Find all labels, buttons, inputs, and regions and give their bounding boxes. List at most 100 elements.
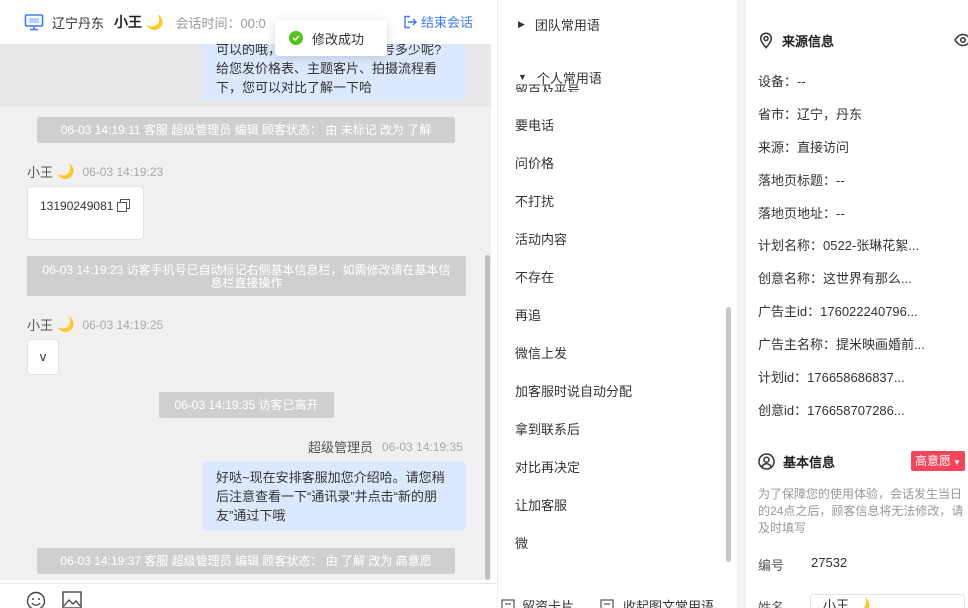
- end-session-button[interactable]: 结束会话: [403, 12, 473, 31]
- phone-number[interactable]: 13190249081: [40, 199, 113, 213]
- copy-icon[interactable]: [117, 199, 131, 212]
- phrases-panel: ▶ 团队常用语 ▼ 个人常用语 留百及平号 要电话 问价格 不打扰 活动内容 不…: [497, 0, 737, 608]
- field-value: 直接访问: [797, 140, 850, 155]
- group-label: 团队常用语: [534, 17, 600, 33]
- field-label: 创意id：: [758, 403, 808, 418]
- phrases-footer: 留资卡片 收起图文常用语: [498, 592, 738, 608]
- field-label: 广告主名称：: [758, 337, 837, 352]
- field-label: 来源：: [758, 140, 798, 155]
- intent-status-dropdown[interactable]: 高意愿 ▼: [911, 451, 965, 471]
- field-label: 创意名称：: [758, 271, 824, 286]
- system-message: 06-03 14:19:23 访客手机号已自动标记右侧基本信息栏，如需修改请在基…: [27, 256, 466, 296]
- list-icon: [600, 598, 614, 608]
- field-label: 广告主id：: [758, 304, 821, 319]
- field-value: 176658686837...: [807, 370, 905, 385]
- collapse-phrases-label: 收起图文常用语: [623, 599, 715, 608]
- info-field-landing-url: 落地页地址：--: [758, 203, 845, 222]
- phrase-item[interactable]: 要电话: [515, 115, 554, 134]
- phrase-item[interactable]: 微: [515, 533, 528, 552]
- message-line: 好哒~现在安排客服加您介绍哈。请您稍: [216, 470, 445, 485]
- exit-icon: [404, 15, 417, 28]
- field-value: --: [836, 206, 845, 221]
- message-line: 友”通过下哦: [216, 508, 286, 523]
- message-line: 给您发价格表、主题客片、拍摄流程看: [216, 61, 438, 76]
- field-label: 姓名: [758, 600, 785, 608]
- phrase-item[interactable]: 让加客服: [515, 495, 567, 514]
- visitor-message-bubble: v: [27, 339, 59, 375]
- visitor-message-bubble: 13190249081: [27, 186, 144, 240]
- name-input-value: 小王: [823, 598, 850, 608]
- phrase-item[interactable]: 活动内容: [515, 229, 567, 248]
- visitor-name: 小王 🌙: [114, 12, 163, 32]
- info-field-plan-name: 计划名称：0522-张琳花絮...: [758, 235, 919, 254]
- phrase-item[interactable]: 再追: [515, 305, 541, 324]
- caret-right-icon: ▶: [518, 18, 525, 29]
- visitor-sender: 小王 🌙 06-03 14:19:23: [27, 162, 163, 181]
- lead-card-button[interactable]: 留资卡片: [501, 596, 574, 608]
- phrase-item[interactable]: 不打扰: [515, 191, 554, 210]
- field-label: 落地页地址：: [758, 206, 837, 221]
- eye-icon[interactable]: [954, 33, 968, 47]
- field-label: 落地页标题：: [758, 173, 837, 188]
- message-line: 后注意查看一下“通讯录”并点击“新的朋: [216, 489, 437, 504]
- collapse-phrases-button[interactable]: 收起图文常用语: [600, 596, 714, 608]
- visitor-sender: 小王 🌙 06-03 14:19:25: [27, 315, 163, 334]
- phrase-item[interactable]: 加客服时说自动分配: [515, 381, 632, 400]
- info-field-region: 省市：辽宁，丹东: [758, 104, 862, 123]
- field-value: 0522-张琳花絮...: [823, 238, 920, 253]
- info-field-landing-title: 落地页标题：--: [758, 170, 845, 189]
- sender-name: 超级管理员: [308, 440, 374, 455]
- edit-deadline-note: 为了保障您的使用体验，会话发生当日的24点之后，顾客信息将无法修改，请及时填写: [758, 487, 964, 535]
- message-scrollbar[interactable]: [485, 255, 490, 580]
- phrase-item[interactable]: 对比再决定: [515, 457, 580, 476]
- system-message: 06-03 14:19:37 客服 超级管理员 编辑 顾客状态： 由 了解 改为…: [37, 548, 455, 574]
- agent-message-bubble: 好哒~现在安排客服加您介绍哈。请您稍 后注意查看一下“通讯录”并点击“新的朋 友…: [202, 461, 466, 531]
- info-field-creative-id: 创意id：176658707286...: [758, 400, 905, 419]
- phrases-scrollbar[interactable]: [726, 307, 731, 562]
- input-toolbar: [0, 583, 497, 608]
- field-label: 计划名称：: [758, 238, 824, 253]
- info-field-device: 设备：--: [758, 71, 806, 90]
- phrase-item[interactable]: 留百及平号: [515, 84, 580, 92]
- field-value: --: [797, 74, 806, 89]
- phrase-item[interactable]: 微信上发: [515, 343, 567, 362]
- check-circle-icon: [289, 31, 303, 45]
- sender-name: 小王: [27, 165, 54, 180]
- field-label: 省市：: [758, 107, 798, 122]
- message-timestamp: 06-03 14:19:23: [82, 164, 164, 179]
- caret-down-icon: ▼: [518, 72, 527, 82]
- name-input[interactable]: 小王 🌙: [810, 594, 965, 608]
- field-label: 设备：: [758, 74, 798, 89]
- info-field-creative-name: 创意名称：这世界有那么...: [758, 268, 912, 287]
- emoji-icon[interactable]: [26, 591, 46, 608]
- phrase-item[interactable]: 拿到联系后: [515, 419, 580, 438]
- info-field-plan-id: 计划id：176658686837...: [758, 367, 905, 386]
- message-list[interactable]: 可以的哦， 号多少呢? 给您发价格表、主题客片、拍摄流程看 下，您可以对比了解一…: [0, 0, 491, 580]
- agent-sender: 超级管理员 06-03 14:19:35: [308, 437, 463, 456]
- moon-emoji: 🌙: [57, 163, 75, 179]
- message-line: 下，您可以对比了解一下哈: [216, 80, 373, 95]
- intent-status-value: 高意愿: [915, 454, 952, 468]
- info-field-advertiser-id: 广告主id：176022240796...: [758, 301, 918, 320]
- info-field-source: 来源：直接访问: [758, 137, 849, 156]
- field-value: 提米映画婚前...: [836, 337, 925, 352]
- system-message: 06-03 14:19:35 访客已离开: [159, 392, 334, 418]
- info-field-number: 编号 27532: [758, 555, 847, 574]
- card-icon: [501, 598, 515, 608]
- success-toast: 修改成功: [275, 20, 387, 56]
- team-phrases-group[interactable]: ▶ 团队常用语: [498, 9, 738, 39]
- source-info-title: 来源信息: [758, 31, 834, 50]
- field-label: 计划id：: [758, 370, 808, 385]
- phrase-item[interactable]: 不存在: [515, 267, 554, 286]
- field-value: --: [836, 173, 845, 188]
- image-icon[interactable]: [62, 591, 82, 608]
- visitor-name-text: 小王: [114, 14, 143, 30]
- lead-card-label: 留资卡片: [522, 599, 575, 608]
- info-field-advertiser-name: 广告主名称：提米映画婚前...: [758, 334, 925, 353]
- field-value: 27532: [811, 555, 848, 570]
- monitor-icon: [24, 14, 44, 31]
- location-pin-icon: [759, 32, 773, 49]
- customer-info-panel: 来源信息 设备：-- 省市：辽宁，丹东 来源：直接访问 落地页标题：-- 落地页…: [738, 0, 968, 608]
- moon-emoji: 🌙: [853, 597, 871, 608]
- phrase-item[interactable]: 问价格: [515, 153, 554, 172]
